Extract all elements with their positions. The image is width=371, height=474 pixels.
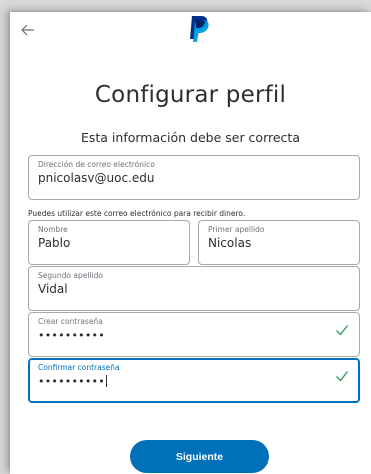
page-subtitle: Esta información debe ser correcta [80, 130, 300, 145]
arrow-left-icon [21, 24, 34, 36]
confirm-password-dots: •••••••••• [38, 375, 105, 388]
text-caret [105, 375, 107, 387]
last-name-field-value: Nicolas [208, 236, 252, 250]
confirm-password-field-label: Confirmar contraseña [38, 363, 120, 372]
checkmark-icon [336, 325, 349, 336]
last-name-field-label: Primer apellido [208, 225, 265, 234]
first-name-field-value: Pablo [38, 236, 71, 250]
paypal-logo-icon [188, 15, 210, 43]
checkmark-icon [336, 371, 349, 382]
email-field[interactable]: Dirección de correo electrónico pnicolas… [28, 155, 360, 200]
last-name-field[interactable]: Primer apellido Nicolas [198, 220, 360, 265]
password-field[interactable]: Crear contraseña •••••••••• [28, 312, 360, 357]
first-name-field[interactable]: Nombre Pablo [28, 220, 190, 265]
confirm-password-field-value: •••••••••• [38, 375, 107, 388]
first-name-field-label: Nombre [38, 225, 68, 234]
email-helper-text: Puedes utilizar este correo electrónico … [28, 209, 246, 218]
second-last-name-field-value: Vidal [38, 282, 68, 296]
email-field-value: pnicolasv@uoc.edu [38, 171, 155, 185]
page-title: Configurar perfil [94, 82, 287, 108]
setup-profile-panel: Configurar perfil Esta información debe … [10, 12, 371, 474]
back-button[interactable] [20, 22, 38, 40]
next-button[interactable]: Siguiente [130, 440, 269, 473]
email-field-label: Dirección de correo electrónico [38, 160, 155, 169]
second-last-name-field[interactable]: Segundo apellido Vidal [28, 266, 360, 311]
password-field-value: •••••••••• [38, 329, 105, 342]
password-field-label: Crear contraseña [38, 317, 103, 326]
confirm-password-field[interactable]: Confirmar contraseña •••••••••• [28, 358, 360, 403]
second-last-name-field-label: Segundo apellido [38, 271, 103, 280]
